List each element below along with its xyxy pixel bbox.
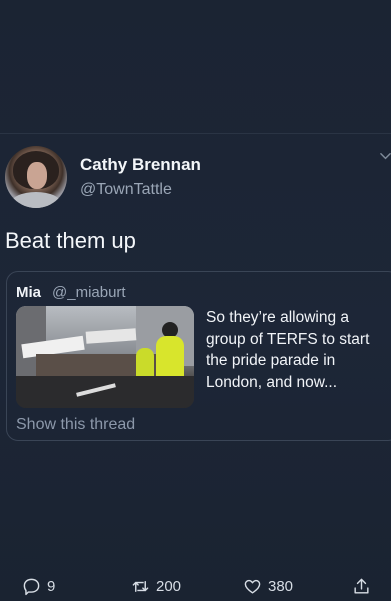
avatar-face	[27, 162, 47, 189]
author-handle[interactable]: @TownTattle	[80, 181, 172, 199]
reply-count: 9	[47, 578, 56, 595]
quoted-tweet-text: So they’re allowing a group of TERFS to …	[206, 309, 370, 391]
divider	[0, 133, 391, 134]
tweet-text: Beat them up	[5, 228, 136, 253]
share-icon	[354, 578, 369, 594]
quoted-author-handle[interactable]: @_miaburt	[52, 284, 126, 301]
quoted-media-image[interactable]	[16, 306, 194, 408]
tweet-actions-bar: 9 200 380	[0, 577, 391, 601]
avatar-shoulders	[11, 192, 61, 208]
media-road	[16, 376, 194, 408]
retweet-count: 200	[156, 578, 182, 595]
media-banner-secondary	[85, 328, 137, 344]
share-button[interactable]	[352, 577, 371, 596]
author-display-name[interactable]: Cathy Brennan	[80, 155, 201, 175]
reply-button[interactable]: 9	[22, 577, 55, 596]
reply-icon	[23, 578, 40, 596]
like-count: 380	[268, 578, 294, 595]
like-button[interactable]: 380	[243, 577, 293, 596]
heart-icon	[244, 579, 261, 594]
chevron-down-icon[interactable]	[380, 151, 391, 162]
retweet-button[interactable]: 200	[131, 577, 181, 596]
quoted-author-name[interactable]: Mia	[16, 284, 41, 301]
avatar[interactable]	[5, 146, 67, 208]
show-thread-link[interactable]: Show this thread	[16, 416, 135, 434]
retweet-icon	[132, 581, 149, 592]
